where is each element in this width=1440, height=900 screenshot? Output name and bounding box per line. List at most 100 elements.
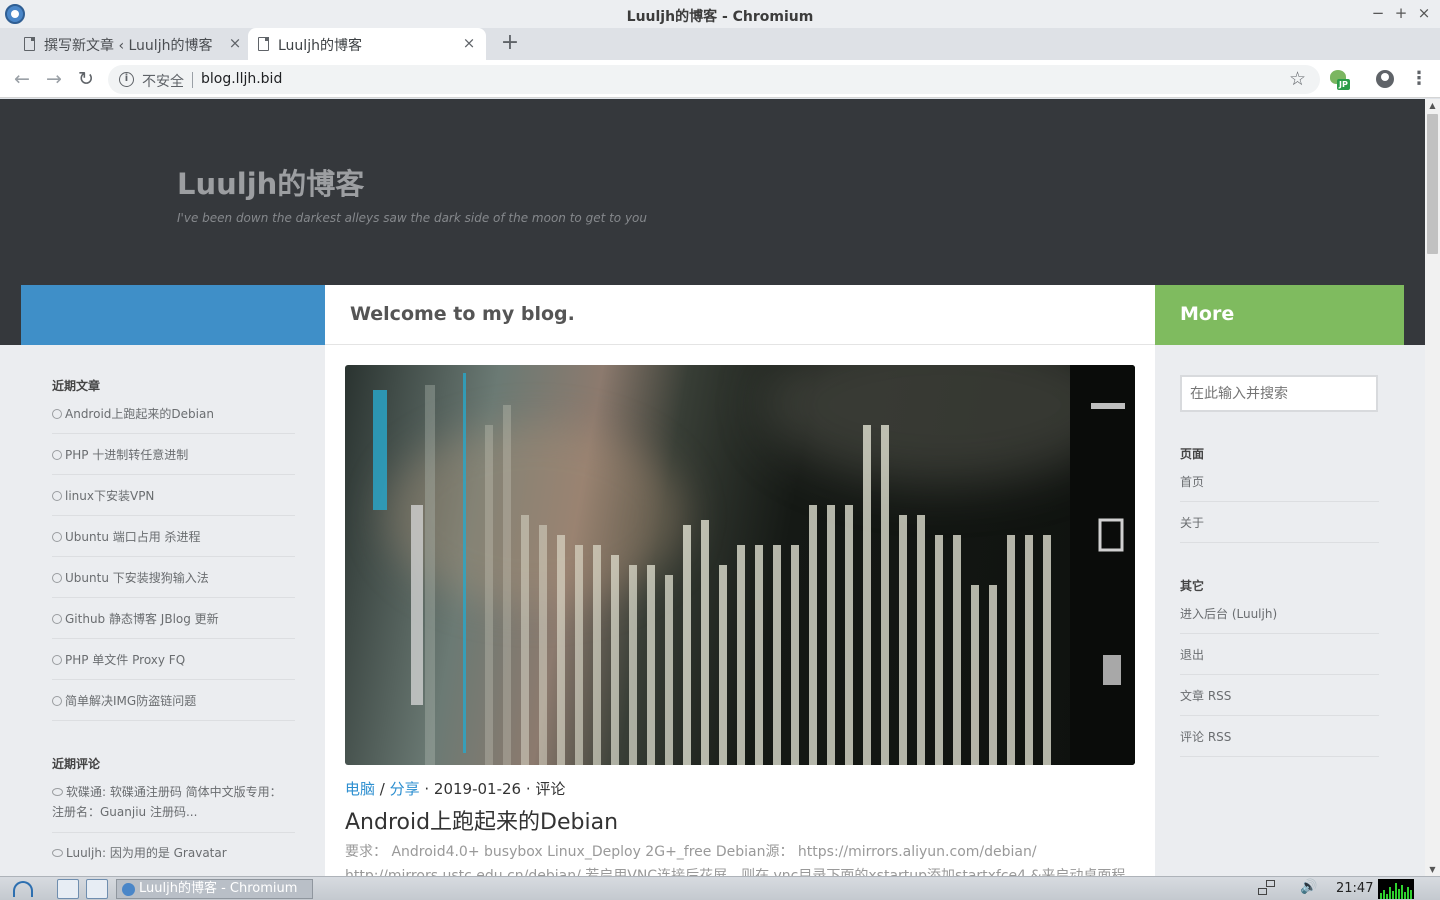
tab-write-post[interactable]: 撰写新文章 ‹ Luuljh的博客 × bbox=[14, 28, 252, 60]
browser-menu-icon[interactable]: ⋮ bbox=[1410, 68, 1428, 90]
post-excerpt: 要求： Android4.0+ busybox Linux_Deploy 2G+… bbox=[345, 844, 1126, 876]
reload-button[interactable]: ↻ bbox=[75, 68, 97, 90]
comments-rss-link[interactable]: 评论 RSS bbox=[1180, 716, 1379, 757]
page-scrollbar[interactable]: ▲ ▼ bbox=[1425, 99, 1440, 876]
recent-post-link[interactable]: Ubuntu 端口占用 杀进程 bbox=[52, 516, 295, 557]
terminal-photo-graphic bbox=[373, 365, 1135, 765]
maximize-button[interactable]: + bbox=[1391, 3, 1411, 23]
category-link[interactable]: 电脑 bbox=[345, 780, 375, 798]
recent-post-link[interactable]: 简单解决IMG防盗链问题 bbox=[52, 680, 295, 721]
clock-icon bbox=[52, 655, 62, 665]
admin-link[interactable]: 进入后台 (Luuljh) bbox=[1180, 593, 1379, 634]
logout-link[interactable]: 退出 bbox=[1180, 634, 1379, 675]
more-heading: More bbox=[1180, 303, 1235, 325]
comments-link[interactable]: 评论 bbox=[535, 780, 565, 798]
page-link-home[interactable]: 首页 bbox=[1180, 461, 1379, 502]
other-title: 其它 bbox=[1180, 579, 1205, 593]
security-label[interactable]: 不安全 bbox=[142, 71, 184, 91]
extension-badge: JP bbox=[1337, 79, 1350, 90]
other-list: 进入后台 (Luuljh) 退出 文章 RSS 评论 RSS bbox=[1180, 593, 1379, 757]
category-link[interactable]: 分享 bbox=[390, 780, 420, 798]
tab-label: 撰写新文章 ‹ Luuljh的博客 bbox=[44, 38, 213, 54]
profile-avatar-icon[interactable] bbox=[1376, 70, 1394, 88]
address-bar[interactable]: i 不安全 blog.lljh.bid ☆ bbox=[108, 65, 1320, 94]
recent-post-label: Ubuntu 端口占用 杀进程 bbox=[65, 530, 201, 544]
recent-post-link[interactable]: Android上跑起来的Debian bbox=[52, 393, 295, 434]
cpu-monitor[interactable] bbox=[1378, 879, 1414, 899]
post-meta: 电脑 / 分享 · 2019-01-26 · 评论 bbox=[345, 778, 565, 799]
network-screen-icon bbox=[1266, 880, 1275, 887]
meta-separator: / bbox=[375, 780, 390, 798]
main-content: 电脑 / 分享 · 2019-01-26 · 评论 Android上跑起来的De… bbox=[325, 345, 1155, 876]
network-icon[interactable] bbox=[1258, 880, 1278, 898]
cpu-bar bbox=[1401, 885, 1403, 899]
volume-icon[interactable]: 🔊 bbox=[1300, 879, 1322, 899]
divider bbox=[192, 72, 193, 88]
recent-post-label: 简单解决IMG防盗链问题 bbox=[65, 694, 197, 708]
tab-close-button[interactable]: × bbox=[226, 34, 244, 52]
right-sidebar: 页面 首页 关于 其它 进入后台 (Luuljh) 退出 文章 RSS 评论 R… bbox=[1155, 345, 1404, 876]
window-titlebar: Luuljh的博客 - Chromium − + × bbox=[0, 0, 1440, 28]
new-tab-button[interactable]: + bbox=[498, 31, 522, 55]
cpu-bar bbox=[1410, 890, 1412, 899]
recent-post-label: Android上跑起来的Debian bbox=[65, 407, 214, 421]
tab-close-button[interactable]: × bbox=[460, 34, 478, 52]
cpu-bar bbox=[1392, 891, 1394, 899]
page-icon bbox=[258, 37, 269, 51]
close-window-button[interactable]: × bbox=[1414, 3, 1434, 23]
recent-post-link[interactable]: PHP 十进制转任意进制 bbox=[52, 434, 295, 475]
pages-list: 首页 关于 bbox=[1180, 461, 1379, 543]
desktop-taskbar: Luuljh的博客 - Chromium 🔊 21:47 bbox=[0, 876, 1440, 900]
page-link-about[interactable]: 关于 bbox=[1180, 502, 1379, 543]
clock-icon bbox=[52, 696, 62, 706]
recent-comment[interactable]: Luuljh: 因为用的是 Gravatar bbox=[52, 843, 295, 863]
comment-bubble-icon bbox=[52, 788, 63, 796]
forward-button[interactable]: → bbox=[43, 68, 65, 90]
start-logo-icon bbox=[13, 881, 33, 897]
cpu-bar bbox=[1386, 894, 1388, 899]
recent-post-link[interactable]: Github 静态博客 JBlog 更新 bbox=[52, 598, 295, 639]
recent-comments-title: 近期评论 bbox=[52, 757, 101, 771]
left-color-band bbox=[21, 285, 325, 345]
recent-post-link[interactable]: linux下安装VPN bbox=[52, 475, 295, 516]
featured-image[interactable] bbox=[345, 365, 1135, 765]
cpu-bar bbox=[1389, 887, 1391, 899]
search-input[interactable] bbox=[1180, 375, 1378, 412]
url-text[interactable]: blog.lljh.bid bbox=[201, 71, 282, 87]
site-tagline: I've been down the darkest alleys saw th… bbox=[177, 211, 648, 225]
show-desktop-button[interactable] bbox=[57, 879, 79, 899]
taskbar-task-chromium[interactable]: Luuljh的博客 - Chromium bbox=[116, 879, 313, 899]
comment-text: 软碟通: 软碟通注册码 简体中文版专用： bbox=[66, 785, 282, 799]
scrollbar-thumb[interactable] bbox=[1427, 114, 1438, 254]
comment-bubble-icon bbox=[52, 849, 63, 857]
clock-icon bbox=[52, 409, 62, 419]
minimize-button[interactable]: − bbox=[1368, 3, 1388, 23]
recent-post-label: Ubuntu 下安装搜狗输入法 bbox=[65, 571, 209, 585]
clock[interactable]: 21:47 bbox=[1336, 881, 1373, 896]
recent-posts-list: Android上跑起来的Debian PHP 十进制转任意进制 linux下安装… bbox=[52, 393, 295, 721]
browser-toolbar: ← → ↻ i 不安全 blog.lljh.bid ☆ JP bbox=[0, 60, 1440, 98]
tab-strip: 撰写新文章 ‹ Luuljh的博客 × Luuljh的博客 × + bbox=[0, 28, 1440, 60]
task-label: Luuljh的博客 - Chromium bbox=[139, 881, 298, 896]
clock-icon bbox=[52, 614, 62, 624]
extension-icon[interactable]: JP bbox=[1330, 70, 1354, 92]
recent-comment[interactable]: 软碟通: 软碟通注册码 简体中文版专用： 注册名：Guanjiu 注册码... bbox=[52, 782, 295, 833]
posts-rss-link[interactable]: 文章 RSS bbox=[1180, 675, 1379, 716]
clock-icon bbox=[52, 491, 62, 501]
back-button[interactable]: ← bbox=[11, 68, 33, 90]
scroll-down-arrow-icon[interactable]: ▼ bbox=[1428, 865, 1437, 874]
info-icon[interactable]: i bbox=[119, 72, 134, 87]
scroll-up-arrow-icon[interactable]: ▲ bbox=[1428, 101, 1437, 110]
recent-post-link[interactable]: Ubuntu 下安装搜狗输入法 bbox=[52, 557, 295, 598]
bookmark-star-icon[interactable]: ☆ bbox=[1289, 68, 1306, 90]
cpu-bar bbox=[1395, 883, 1397, 899]
comment-text: 注册名：Guanjiu 注册码... bbox=[52, 805, 198, 819]
recent-post-link[interactable]: PHP 单文件 Proxy FQ bbox=[52, 639, 295, 680]
post-title[interactable]: Android上跑起来的Debian bbox=[345, 804, 618, 836]
start-menu-button[interactable] bbox=[4, 878, 42, 900]
site-title[interactable]: Luuljh的博客 bbox=[177, 161, 364, 203]
recent-post-label: linux下安装VPN bbox=[65, 489, 155, 503]
tab-blog[interactable]: Luuljh的博客 × bbox=[248, 28, 486, 60]
recent-posts-title: 近期文章 bbox=[52, 379, 101, 393]
file-manager-button[interactable] bbox=[86, 879, 108, 899]
